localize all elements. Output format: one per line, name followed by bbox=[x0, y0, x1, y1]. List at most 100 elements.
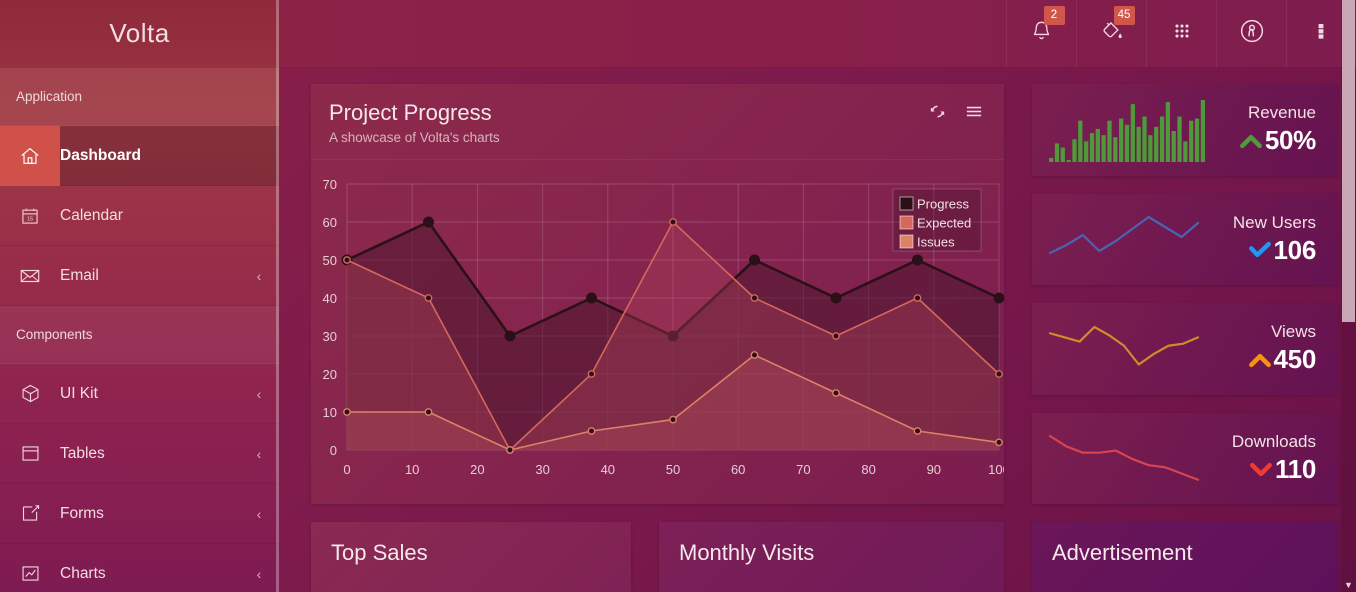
sidebar-item-charts[interactable]: Charts ‹ bbox=[0, 544, 279, 592]
stat-value: 450 bbox=[1273, 344, 1317, 375]
bottom-panels: Top Sales Monthly Visits Advertisement bbox=[311, 522, 1338, 592]
chart-plot-area[interactable]: 0 10 20 30 40 50 60 70 0 10 20 30 40 50 60 70 80 90 100 Pro… bbox=[311, 160, 1004, 505]
monthly-visits-panel[interactable]: Monthly Visits bbox=[659, 522, 1004, 592]
sidebar-item-label: UI Kit bbox=[60, 384, 98, 402]
check-mark-icon bbox=[1247, 237, 1273, 263]
grid-icon bbox=[1170, 19, 1194, 48]
sidebar-item-tables[interactable]: Tables ‹ bbox=[0, 424, 279, 484]
stat-label: Views bbox=[1270, 322, 1316, 342]
project-progress-card: Project Progress A showcase of Volta's c… bbox=[311, 84, 1004, 504]
stat-card-downloads[interactable]: Downloads 110 bbox=[1032, 412, 1338, 504]
vertical-dots-icon bbox=[1311, 19, 1331, 48]
svg-text:10: 10 bbox=[323, 405, 337, 420]
svg-text:Issues: Issues bbox=[917, 235, 955, 250]
sparkline-downloads bbox=[1042, 420, 1212, 496]
sparkline-new-users bbox=[1042, 201, 1212, 277]
svg-text:10: 10 bbox=[405, 462, 419, 477]
sidebar-section-components: Components bbox=[0, 306, 279, 364]
stat-label: Revenue bbox=[1247, 103, 1316, 123]
svg-text:70: 70 bbox=[323, 177, 337, 192]
stat-meta: Downloads 110 bbox=[1212, 432, 1320, 485]
svg-text:0: 0 bbox=[343, 462, 350, 477]
chevron-left-icon[interactable]: ‹ bbox=[239, 268, 279, 284]
sidebar-item-label: Email bbox=[60, 266, 99, 284]
svg-text:30: 30 bbox=[323, 329, 337, 344]
svg-text:40: 40 bbox=[601, 462, 615, 477]
sidebar: Volta Application Dashboard 15 Calendar bbox=[0, 0, 279, 592]
svg-text:15: 15 bbox=[27, 216, 33, 222]
sidebar-item-label: Tables bbox=[60, 444, 105, 462]
stat-value-row: 110 bbox=[1212, 454, 1316, 485]
stat-card-views[interactable]: Views 450 bbox=[1032, 303, 1338, 395]
sidebar-item-label: Dashboard bbox=[60, 146, 141, 164]
top-sales-panel[interactable]: Top Sales bbox=[311, 522, 631, 592]
sidebar-item-label: Charts bbox=[60, 564, 106, 582]
sidebar-item-forms[interactable]: Forms ‹ bbox=[0, 484, 279, 544]
notifications-button[interactable]: 2 bbox=[1006, 0, 1076, 67]
cube-icon bbox=[0, 364, 60, 424]
chevron-left-icon[interactable]: ‹ bbox=[239, 566, 279, 582]
brand-logo[interactable]: Volta bbox=[0, 0, 279, 68]
stat-value-row: 50% bbox=[1212, 125, 1316, 156]
stat-value-row: 450 bbox=[1212, 344, 1316, 375]
sidebar-item-ui-kit[interactable]: UI Kit ‹ bbox=[0, 364, 279, 424]
refresh-icon[interactable] bbox=[928, 102, 947, 126]
envelope-icon bbox=[0, 246, 60, 306]
svg-text:20: 20 bbox=[470, 462, 484, 477]
advertisement-panel[interactable]: Advertisement bbox=[1032, 522, 1338, 592]
theme-button[interactable]: 45 bbox=[1076, 0, 1146, 67]
top-bar: 2 45 bbox=[279, 0, 1356, 68]
line-chart-icon bbox=[0, 544, 60, 592]
page-scrollbar-thumb[interactable] bbox=[1342, 0, 1355, 322]
sidebar-item-label: Calendar bbox=[60, 206, 123, 224]
panel-title: Monthly Visits bbox=[679, 540, 815, 565]
main-region: 2 45 Project Progress A showcase of Volt… bbox=[279, 0, 1356, 592]
chevron-left-icon[interactable]: ‹ bbox=[239, 446, 279, 462]
chart-header: Project Progress A showcase of Volta's c… bbox=[311, 84, 1004, 160]
content-area: Project Progress A showcase of Volta's c… bbox=[279, 68, 1356, 592]
sidebar-section-application: Application bbox=[0, 68, 279, 126]
page-title: Project Progress bbox=[329, 100, 492, 125]
theme-badge: 45 bbox=[1113, 6, 1135, 25]
stat-label: New Users bbox=[1232, 212, 1316, 232]
stat-value-row: 106 bbox=[1212, 235, 1316, 266]
scroll-down-arrow-icon[interactable]: ▼ bbox=[1341, 578, 1356, 592]
svg-text:Progress: Progress bbox=[917, 197, 970, 212]
sidebar-item-label: Forms bbox=[60, 504, 104, 522]
sidebar-item-dashboard[interactable]: Dashboard bbox=[0, 125, 279, 186]
stat-meta: Views 450 bbox=[1212, 322, 1320, 375]
user-icon bbox=[1237, 16, 1267, 51]
stat-value: 50% bbox=[1264, 125, 1316, 156]
stat-value: 106 bbox=[1273, 234, 1317, 265]
apps-grid-button[interactable] bbox=[1146, 0, 1216, 67]
svg-text:30: 30 bbox=[535, 462, 549, 477]
chevron-left-icon[interactable]: ‹ bbox=[239, 386, 279, 402]
stat-meta: New Users 106 bbox=[1212, 213, 1320, 266]
user-account-button[interactable] bbox=[1216, 0, 1286, 67]
sparkline-revenue bbox=[1042, 92, 1212, 168]
chevron-left-icon[interactable]: ‹ bbox=[239, 506, 279, 522]
svg-text:40: 40 bbox=[323, 291, 337, 306]
svg-text:70: 70 bbox=[796, 462, 810, 477]
stat-meta: Revenue 50% bbox=[1212, 103, 1320, 156]
svg-text:50: 50 bbox=[666, 462, 680, 477]
svg-text:90: 90 bbox=[927, 462, 941, 477]
edit-box-icon bbox=[0, 484, 60, 544]
stat-value: 110 bbox=[1274, 453, 1316, 484]
sparkline-views bbox=[1042, 311, 1212, 387]
svg-text:50: 50 bbox=[323, 253, 337, 268]
project-progress-chart[interactable]: 0 10 20 30 40 50 60 70 0 10 20 30 40 50 60 70 80 90 100 Pro… bbox=[311, 160, 1004, 505]
table-icon bbox=[0, 424, 60, 484]
sidebar-item-calendar[interactable]: 15 Calendar bbox=[0, 186, 279, 246]
stat-card-revenue[interactable]: Revenue 50% bbox=[1032, 84, 1338, 176]
stat-card-new-users[interactable]: New Users 106 bbox=[1032, 193, 1338, 285]
panel-title: Top Sales bbox=[331, 540, 428, 565]
sidebar-item-email[interactable]: Email ‹ bbox=[0, 246, 279, 306]
caret-up-icon bbox=[1247, 347, 1273, 373]
svg-text:60: 60 bbox=[731, 462, 745, 477]
caret-down-icon bbox=[1248, 456, 1274, 482]
page-scrollbar[interactable]: ▲ ▼ bbox=[1341, 0, 1356, 592]
hamburger-menu-icon[interactable] bbox=[964, 102, 984, 126]
panel-title: Advertisement bbox=[1052, 540, 1193, 565]
svg-text:60: 60 bbox=[323, 215, 337, 230]
